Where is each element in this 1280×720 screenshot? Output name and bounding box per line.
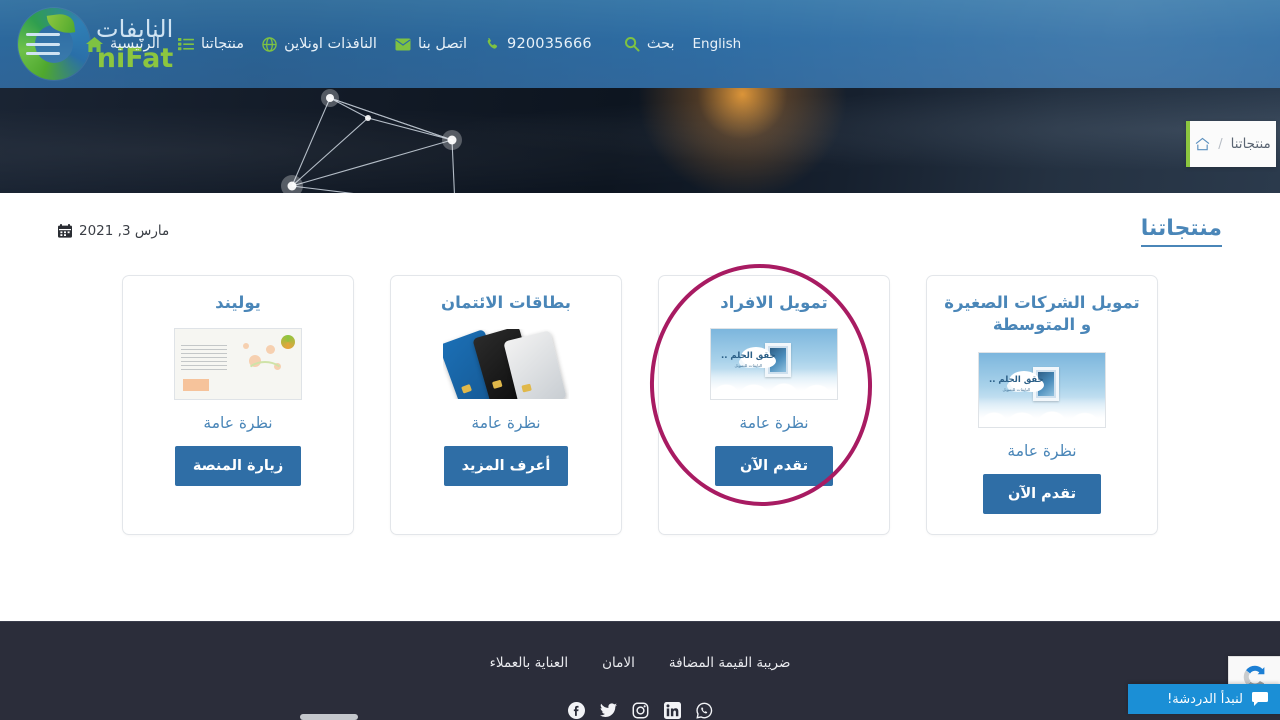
card-cta-button[interactable]: زيارة المنصة: [174, 446, 302, 486]
brochure-blob: [266, 345, 275, 354]
chat-bubble-icon: [1252, 692, 1268, 706]
thumbnail-slogan: حقق الحلم .. النايفات للتمويل: [989, 375, 1044, 392]
nav-inner: English بحث 920035666 اتصل بنا النافذات …: [0, 33, 757, 55]
nav-label-contact: اتصل بنا: [417, 36, 468, 52]
whatsapp-icon[interactable]: [695, 702, 713, 719]
brochure-orange-block: [183, 379, 209, 391]
hero-banner: [0, 88, 1280, 193]
nav-label-online-windows: النافذات اونلاين: [284, 36, 377, 52]
cloud-band: [979, 397, 1105, 427]
card-cta-button[interactable]: تقدم الآن: [715, 446, 833, 486]
footer-link-security[interactable]: الامان: [602, 655, 635, 671]
card-thumbnail: حقق الحلم .. النايفات للتمويل: [978, 352, 1106, 428]
footer-link-customer-care[interactable]: العناية بالعملاء: [490, 655, 569, 671]
card-title: تمويل الشركات الصغيرة و المتوسطة: [944, 293, 1140, 335]
thumbnail-slogan-text: حقق الحلم ..: [989, 375, 1044, 385]
card-cta-button[interactable]: تقدم الآن: [983, 474, 1101, 514]
breadcrumb-current: منتجاتنا: [1230, 136, 1271, 152]
chat-widget-button[interactable]: لنبدأ الدردشة!: [1128, 684, 1280, 714]
facebook-icon[interactable]: [567, 702, 585, 719]
thumbnail-slogan-sub: النايفات للتمويل: [1002, 387, 1031, 392]
chat-widget-label: لنبدأ الدردشة!: [1167, 691, 1243, 707]
phone-number: 920035666: [507, 36, 592, 52]
language-switch-english[interactable]: English: [692, 36, 741, 52]
card-thumbnail: حقق الحلم .. النايفات للتمويل: [710, 328, 838, 400]
publish-date-text: مارس 3, 2021: [79, 222, 170, 239]
brochure-text-lines: [181, 345, 227, 371]
nav-item-contact[interactable]: اتصل بنا: [395, 36, 467, 52]
footer-links: ضريبة القيمة المضافة الامان العناية بالع…: [0, 655, 1280, 671]
card-title: تمويل الافراد: [720, 293, 828, 312]
hamburger-menu-icon[interactable]: [26, 33, 60, 55]
nav-label-products: منتجاتنا: [200, 36, 245, 52]
product-card[interactable]: يوليند نظرة عامة زيارة المنصة: [122, 275, 354, 535]
breadcrumb-separator: /: [1218, 136, 1223, 152]
card-thumbnail: [442, 328, 570, 400]
nav-item-products[interactable]: منتجاتنا: [177, 36, 245, 52]
product-card[interactable]: بطاقات الائتمان نظرة عامة أعرف المزيد: [390, 275, 622, 535]
globe-icon: [262, 36, 277, 52]
card-overview-link[interactable]: نظرة عامة: [1007, 442, 1076, 460]
card-title: يوليند: [215, 293, 261, 312]
card-title: بطاقات الائتمان: [441, 293, 572, 312]
nav-item-home[interactable]: الرئيسية: [86, 36, 160, 52]
envelope-icon: [395, 38, 411, 51]
brochure-blob: [243, 343, 249, 349]
phone-link[interactable]: 920035666: [485, 36, 592, 52]
calendar-icon: [58, 223, 72, 238]
brochure-swirl: [245, 361, 285, 389]
card-cta-button[interactable]: أعرف المزيد: [443, 446, 569, 486]
card-overview-link[interactable]: نظرة عامة: [739, 414, 808, 432]
breadcrumb[interactable]: منتجاتنا /: [1186, 121, 1276, 167]
publish-date: مارس 3, 2021: [58, 223, 169, 239]
thumbnail-slogan-sub: النايفات للتمويل: [734, 363, 763, 368]
site-header: النايفات niFat English بحث 920035666 اتص…: [0, 0, 1280, 88]
main-navigation: English بحث 920035666 اتصل بنا النافذات …: [0, 0, 1280, 88]
product-card-grid: تمويل الشركات الصغيرة و المتوسطة حقق الح…: [0, 258, 1280, 535]
thumbnail-slogan: حقق الحلم .. النايفات للتمويل: [721, 351, 776, 368]
list-icon: [177, 37, 194, 51]
home-icon: [86, 36, 103, 52]
search-toggle[interactable]: بحث: [624, 36, 675, 52]
site-footer: ضريبة القيمة المضافة الامان العناية بالع…: [0, 621, 1280, 720]
phone-icon: [485, 37, 500, 52]
footer-social-icons: [0, 702, 1280, 719]
home-icon[interactable]: [1195, 137, 1210, 151]
footer-link-vat[interactable]: ضريبة القيمة المضافة: [669, 655, 791, 671]
nav-label-home: الرئيسية: [110, 36, 160, 52]
brochure-logo-shape: [281, 335, 295, 349]
page-meta-row: منتجاتنا مارس 3, 2021: [0, 215, 1280, 247]
twitter-icon[interactable]: [599, 702, 617, 719]
card-overview-link[interactable]: نظرة عامة: [471, 414, 540, 432]
main-content: منتجاتنا مارس 3, 2021 تمويل الشركات الصغ…: [0, 193, 1280, 621]
search-label: بحث: [646, 36, 675, 52]
instagram-icon[interactable]: [632, 702, 649, 719]
thumbnail-slogan-text: حقق الحلم ..: [721, 351, 776, 361]
search-icon: [624, 36, 640, 52]
scroll-indicator[interactable]: [300, 714, 358, 720]
page-title: منتجاتنا: [1140, 215, 1222, 247]
product-card[interactable]: تمويل الشركات الصغيرة و المتوسطة حقق الح…: [926, 275, 1158, 535]
card-thumbnail: [174, 328, 302, 400]
linkedin-icon[interactable]: [663, 702, 681, 719]
card-overview-link[interactable]: نظرة عامة: [203, 414, 272, 432]
nav-item-online-windows[interactable]: النافذات اونلاين: [262, 36, 377, 52]
page-root: النايفات niFat English بحث 920035666 اتص…: [0, 0, 1280, 720]
product-card[interactable]: تمويل الافراد حقق الحلم .. النايفات للتم…: [643, 258, 890, 535]
hero-network-graphic: [281, 89, 462, 193]
